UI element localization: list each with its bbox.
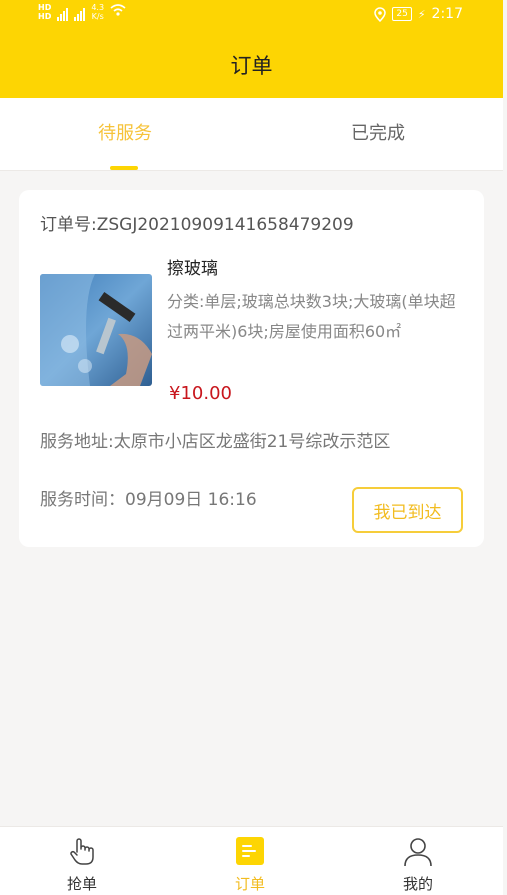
nav-orders[interactable]: 订单 (200, 827, 300, 895)
order-tabs: 待服务 已完成 (0, 98, 503, 171)
nav-label-orders: 订单 (234, 875, 265, 893)
battery-icon: 25 (392, 7, 412, 21)
tab-active-indicator (110, 166, 138, 170)
service-name: 擦玻璃 (167, 259, 218, 279)
nav-mine[interactable]: 我的 (368, 827, 468, 895)
page-title: 订单 (230, 54, 273, 78)
app-header: HD HD 4.3 K/s 25 ⚡ 2:17 订单 (0, 0, 503, 98)
order-card[interactable]: 订单号:ZSGJ20210909141658479209 擦玻璃 分类:单层;玻… (19, 190, 484, 547)
user-icon (404, 838, 432, 867)
wifi-icon (110, 4, 126, 16)
status-right: 25 ⚡ 2:17 (374, 6, 463, 22)
nav-label-mine: 我的 (402, 875, 433, 893)
service-description: 分类:单层;玻璃总块数3块;大玻璃(单块超过两平米)6块;房屋使用面积60㎡ (167, 292, 456, 341)
network-speed: 4.3 K/s (91, 3, 105, 21)
service-thumbnail (40, 274, 152, 386)
tab-completed[interactable]: 已完成 (253, 98, 503, 171)
status-left: HD HD 4.3 K/s (38, 3, 126, 21)
hd-badges: HD HD (38, 3, 51, 21)
order-price: ¥10.00 (169, 383, 232, 404)
charging-icon: ⚡ (417, 7, 426, 21)
hand-pointer-icon (70, 838, 94, 865)
nav-grab-orders[interactable]: 抢单 (32, 827, 132, 895)
arrived-button[interactable]: 我已到达 (352, 487, 463, 533)
clock: 2:17 (431, 6, 463, 22)
location-icon (374, 6, 387, 22)
hd-badge-2: HD (38, 12, 52, 21)
status-bar: HD HD 4.3 K/s 25 ⚡ 2:17 (0, 0, 503, 34)
order-number: 订单号:ZSGJ20210909141658479209 (40, 215, 354, 235)
service-time: 服务时间：09月09日 16:16 (40, 490, 257, 510)
hd-badge-1: HD (38, 3, 52, 12)
bottom-nav: 抢单 订单 我的 (0, 826, 503, 895)
nav-label-grab: 抢单 (66, 875, 97, 893)
signal-icon (57, 3, 69, 21)
tab-pending-service[interactable]: 待服务 (0, 98, 250, 171)
service-address: 服务地址:太原市小店区龙盛街21号综改示范区 (40, 432, 391, 452)
order-list-icon (236, 837, 264, 865)
signal-icon-2 (74, 3, 86, 21)
